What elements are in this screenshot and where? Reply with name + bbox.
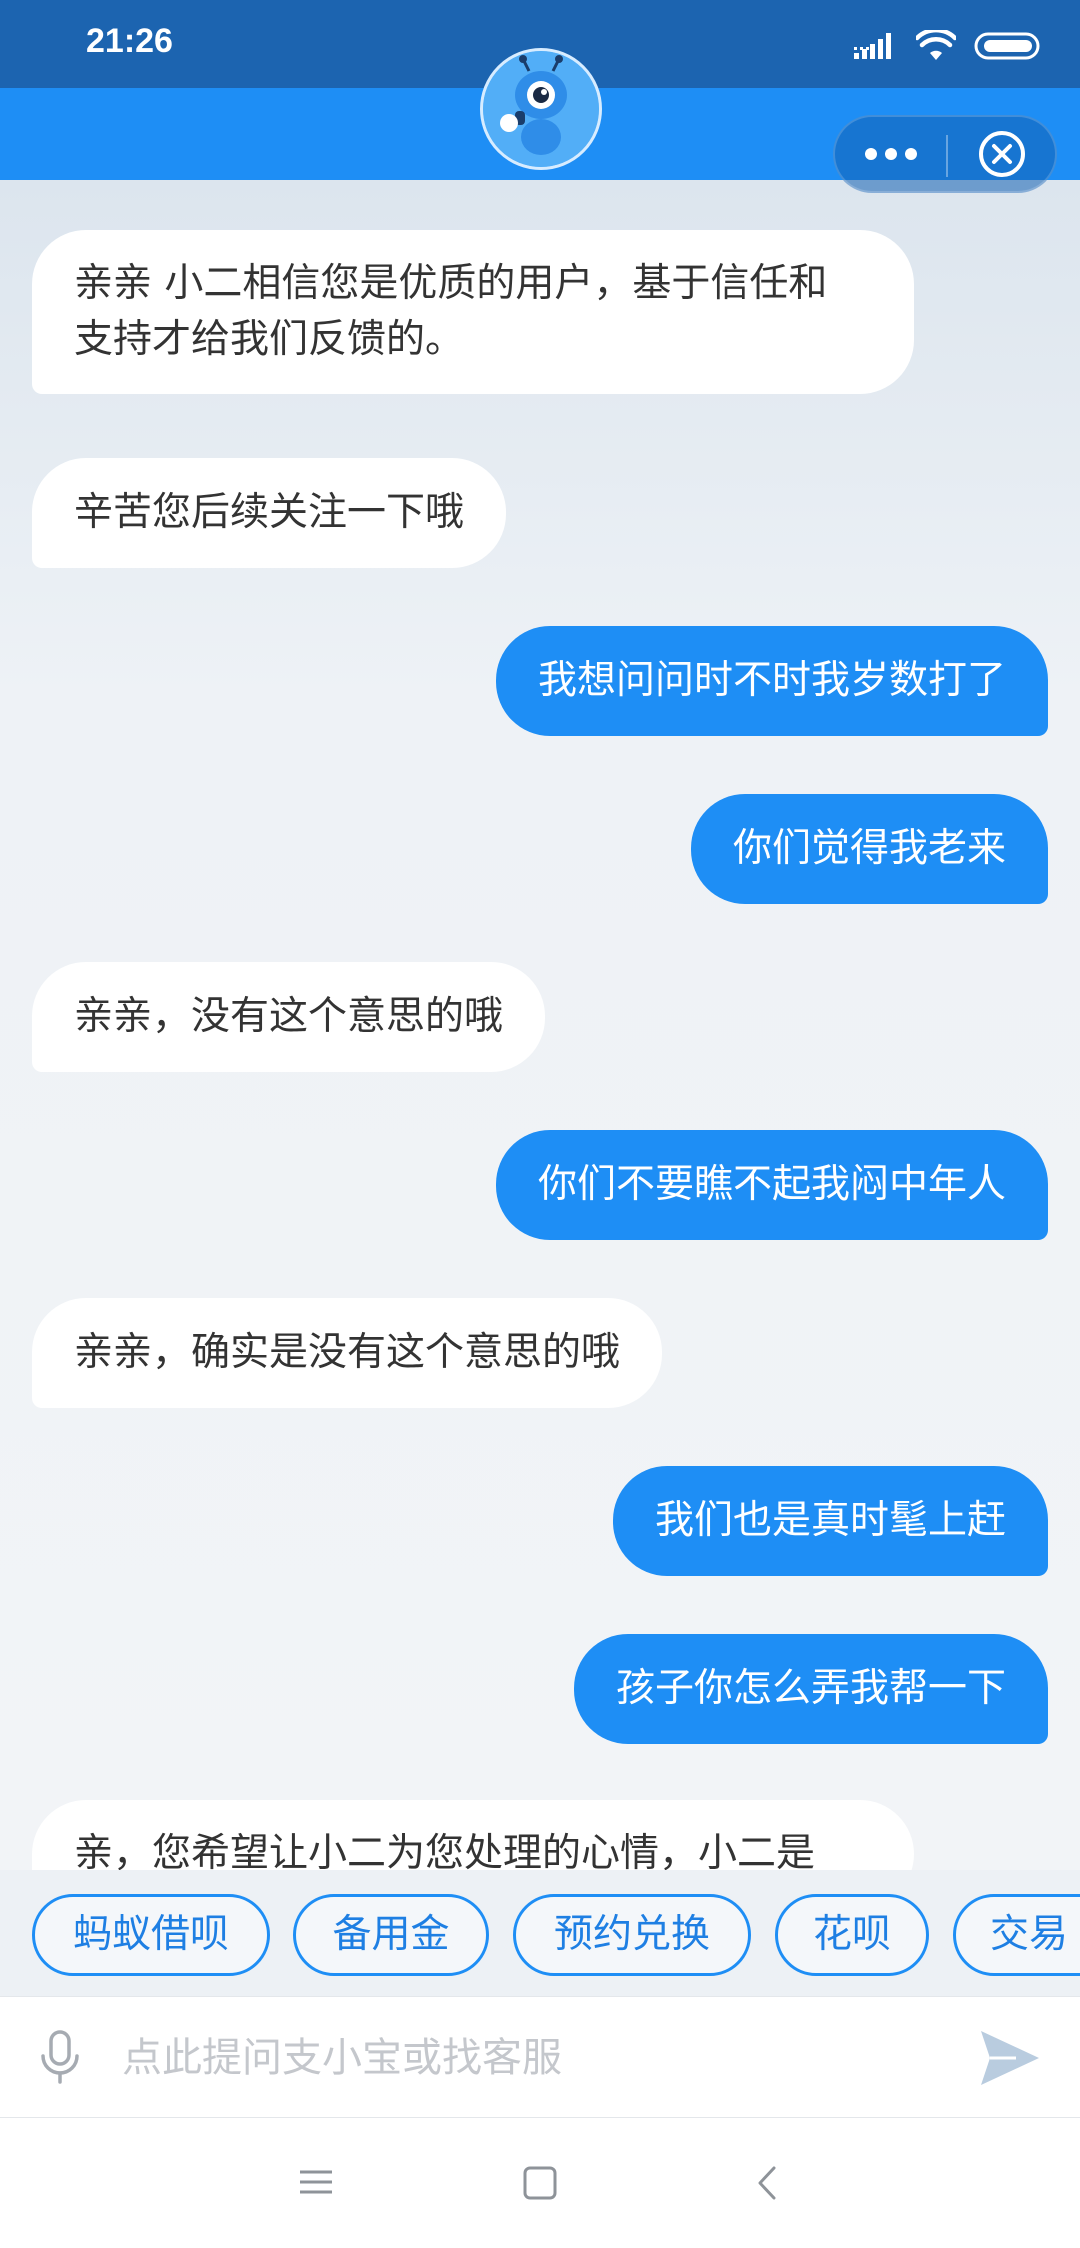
quick-reply-bar: 蚂蚁借呗 备用金 预约兑换 花呗 交易 xyxy=(0,1870,1080,1996)
message-text: 亲亲 小二相信您是优质的用户，基于信任和 xyxy=(74,261,828,306)
message-bubble-user: 你们不要瞧不起我闷中年人 xyxy=(495,1130,1048,1240)
quick-reply-chip-jiaoyi[interactable]: 交易 xyxy=(953,1894,1080,1976)
voice-input-button[interactable] xyxy=(32,2029,88,2085)
message-bubble-bot: 亲，您希望让小二为您处理的心情，小二是 xyxy=(32,1800,914,1870)
message-bubble-user: 孩子你怎么弄我帮一下 xyxy=(573,1634,1048,1744)
home-button[interactable] xyxy=(510,2160,570,2206)
mini-program-capsule xyxy=(833,115,1057,193)
robot-mascot-avatar[interactable] xyxy=(480,48,602,170)
message-bubble-bot: 辛苦您后续关注一下哦 xyxy=(32,458,507,568)
back-icon xyxy=(758,2166,776,2200)
more-button[interactable] xyxy=(835,117,946,191)
quick-reply-chip-huabei[interactable]: 花呗 xyxy=(775,1894,929,1976)
close-button[interactable] xyxy=(948,117,1055,191)
menu-icon xyxy=(300,2170,332,2194)
message-bubble-bot: 亲亲，确实是没有这个意思的哦 xyxy=(32,1298,663,1408)
message-bubble-bot: 亲亲 小二相信您是优质的用户，基于信任和 支持才给我们反馈的。 xyxy=(32,230,914,394)
message-text: 我们也是真时髦上赶 xyxy=(654,1498,1006,1543)
system-navigation-bar xyxy=(0,2118,1080,2248)
back-button[interactable] xyxy=(738,2160,798,2206)
message-text: 支持才给我们反馈的。 xyxy=(74,317,465,362)
question-input[interactable] xyxy=(120,2021,944,2095)
robot-mascot-icon xyxy=(483,51,599,167)
quick-reply-chip-jiebei[interactable]: 蚂蚁借呗 xyxy=(32,1894,270,1976)
message-bubble-bot: 亲亲，没有这个意思的哦 xyxy=(32,962,546,1072)
message-text: 辛苦您后续关注一下哦 xyxy=(74,490,465,535)
message-bubble-user: 我们也是真时髦上赶 xyxy=(612,1466,1048,1576)
status-time: 21:26 xyxy=(86,22,173,60)
message-bubble-user: 你们觉得我老来 xyxy=(690,794,1048,904)
message-text: 你们不要瞧不起我闷中年人 xyxy=(537,1162,1006,1207)
send-button[interactable] xyxy=(978,2027,1042,2089)
message-text: 亲，您希望让小二为您处理的心情，小二是 xyxy=(74,1831,816,1870)
chat-message-list[interactable]: 亲亲 小二相信您是优质的用户，基于信任和 支持才给我们反馈的。 辛苦您后续关注一… xyxy=(0,180,1080,1870)
status-icons xyxy=(854,24,1044,68)
message-text: 你们觉得我老来 xyxy=(732,826,1006,871)
send-icon xyxy=(981,2031,1039,2085)
message-text: 我想问问时不时我岁数打了 xyxy=(537,658,1006,703)
home-icon xyxy=(523,2166,557,2200)
quick-reply-chip-yuyue[interactable]: 预约兑换 xyxy=(513,1894,751,1976)
input-bar xyxy=(0,1996,1080,2118)
close-circle-icon xyxy=(978,131,1025,177)
message-text: 亲亲，确实是没有这个意思的哦 xyxy=(74,1330,621,1375)
signal-icon xyxy=(854,33,891,59)
message-bubble-user: 我想问问时不时我岁数打了 xyxy=(495,626,1048,736)
message-text: 亲亲，没有这个意思的哦 xyxy=(74,994,504,1039)
menu-button[interactable] xyxy=(286,2160,346,2206)
message-text: 孩子你怎么弄我帮一下 xyxy=(615,1666,1006,1711)
more-dots-icon xyxy=(864,148,917,160)
microphone-icon xyxy=(41,2030,79,2084)
wifi-icon xyxy=(916,30,956,60)
battery-icon xyxy=(974,32,1040,60)
quick-reply-chip-beiyongjin[interactable]: 备用金 xyxy=(293,1894,489,1976)
